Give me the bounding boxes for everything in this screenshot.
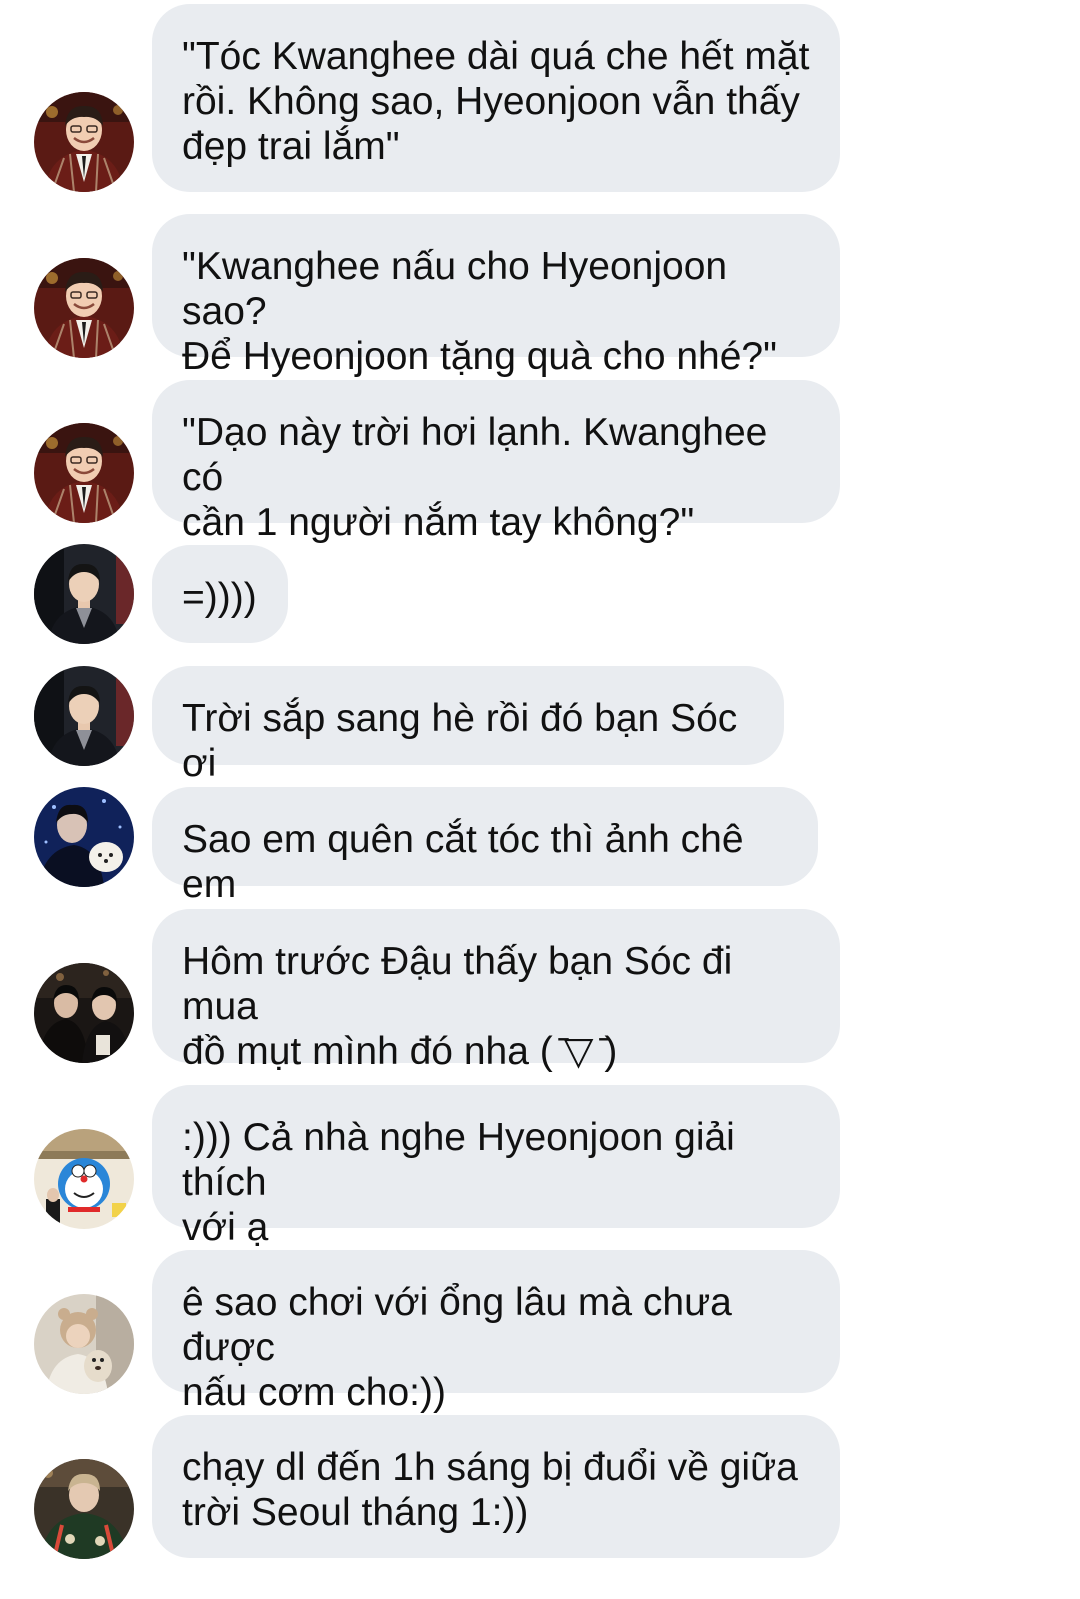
message-text: Trời sắp sang hè rồi đó bạn Sóc ơi	[182, 697, 738, 785]
avatar-dark-couple-icon[interactable]	[34, 963, 134, 1063]
message-bubble[interactable]: "Kwanghee nấu cho Hyeonjoon sao? Để Hyeo…	[152, 214, 840, 378]
message-bubble[interactable]: "Tóc Kwanghee dài quá che hết mặt rồi. K…	[152, 4, 840, 192]
message-text: ê sao chơi với ổng lâu mà chưa được nấu …	[182, 1281, 732, 1414]
avatar-blue-night-dog-icon[interactable]	[34, 787, 134, 887]
message-bubble[interactable]: "Dạo này trời hơi lạnh. Kwanghee có cần …	[152, 380, 840, 544]
chat-message-list: "Tóc Kwanghee dài quá che hết mặt rồi. K…	[0, 0, 1080, 1599]
avatar-doraemon-icon[interactable]	[34, 1129, 134, 1229]
message-text: Hôm trước Đậu thấy bạn Sóc đi mua đồ mụt…	[182, 940, 733, 1073]
avatar-kwanghee-red-plaid-icon[interactable]	[34, 92, 134, 192]
message-text: "Tóc Kwanghee dài quá che hết mặt rồi. K…	[182, 35, 810, 168]
avatar-dark-suit-icon[interactable]	[34, 544, 134, 644]
avatar-green-jacket-icon[interactable]	[34, 1459, 134, 1559]
message-text: =))))	[182, 576, 257, 619]
message-text: :))) Cả nhà nghe Hyeonjoon giải thích vớ…	[182, 1116, 735, 1249]
message-bubble[interactable]: ê sao chơi với ổng lâu mà chưa được nấu …	[152, 1250, 840, 1414]
message-bubble[interactable]: =))))	[152, 545, 288, 643]
message-text: "Kwanghee nấu cho Hyeonjoon sao? Để Hyeo…	[182, 245, 777, 378]
message-bubble[interactable]: Trời sắp sang hè rồi đó bạn Sóc ơi	[152, 666, 784, 785]
avatar-kwanghee-red-plaid-icon[interactable]	[34, 258, 134, 358]
avatar-bear-hat-dog-icon[interactable]	[34, 1294, 134, 1394]
message-text: chạy dl đến 1h sáng bị đuổi về giữa trời…	[182, 1446, 798, 1534]
message-text: Sao em quên cắt tóc thì ảnh chê em	[182, 818, 744, 906]
message-bubble[interactable]: Hôm trước Đậu thấy bạn Sóc đi mua đồ mụt…	[152, 909, 840, 1073]
message-bubble[interactable]: chạy dl đến 1h sáng bị đuổi về giữa trời…	[152, 1415, 840, 1558]
message-text: "Dạo này trời hơi lạnh. Kwanghee có cần …	[182, 411, 768, 544]
avatar-dark-suit-icon[interactable]	[34, 666, 134, 766]
message-bubble[interactable]: :))) Cả nhà nghe Hyeonjoon giải thích vớ…	[152, 1085, 840, 1249]
message-bubble[interactable]: Sao em quên cắt tóc thì ảnh chê em	[152, 787, 818, 906]
avatar-kwanghee-red-plaid-icon[interactable]	[34, 423, 134, 523]
